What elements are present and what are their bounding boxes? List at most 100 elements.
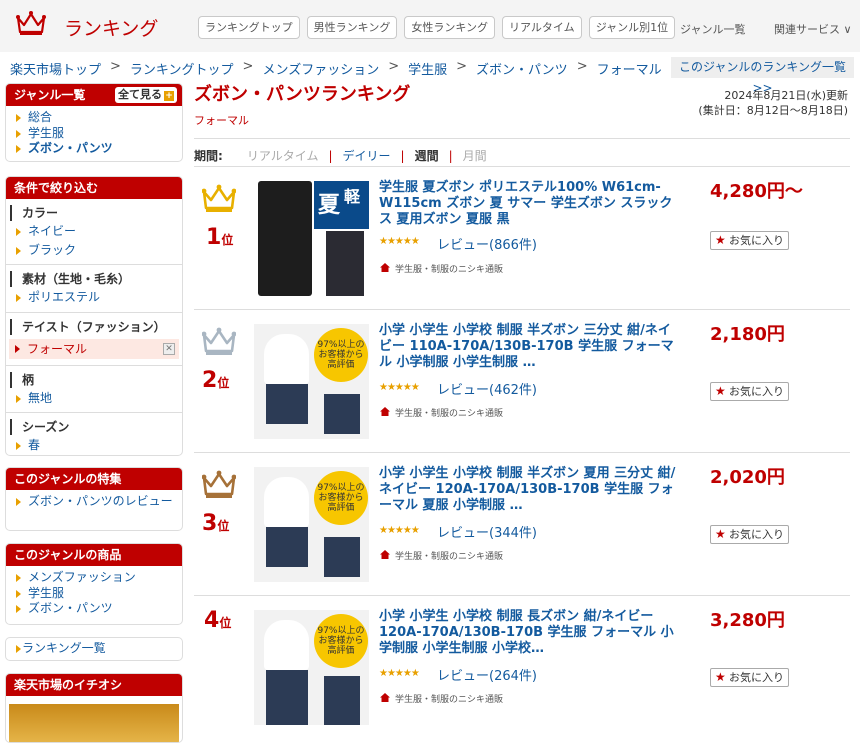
filter-selected-label: フォーマル [27, 341, 88, 356]
bronze-crown-icon [202, 470, 236, 498]
genre-ranking-list-link[interactable]: このジャンルのランキング一覧 >> [671, 57, 854, 95]
genre-box-title: ジャンル一覧 [14, 88, 86, 102]
product-item-pants[interactable]: ズボン・パンツ [6, 601, 182, 617]
genre-list-link[interactable]: ジャンル一覧 [680, 21, 745, 37]
shorts-figure [324, 537, 360, 577]
breadcrumb-separator: > [576, 59, 588, 74]
favorite-label: お気に入り [729, 385, 784, 398]
rank-suffix: 位 [221, 233, 234, 247]
product-price: 4,280円～ [710, 181, 803, 202]
nav-male-ranking[interactable]: 男性ランキング [306, 16, 398, 39]
product-item-mens[interactable]: メンズファッション [6, 570, 182, 586]
ranking-item: 3位 97%以上の お客様から 高評価 小学 小学生 小学校 制服 半ズボン 夏… [194, 452, 850, 595]
filter-color-title: カラー [10, 205, 182, 221]
product-title[interactable]: 小学 小学生 小学校 制服 半ズボン 夏用 三分丈 紺/ネイビー 120A-17… [379, 466, 679, 514]
update-info: 2024年8月21日(水)更新 (集計日：8月12日～8月18日) [698, 88, 848, 118]
genre-item-school-uniform[interactable]: 学生服 [6, 126, 182, 142]
shop-link[interactable]: 学生服・制服のニシキ通販 [379, 406, 503, 419]
nav-realtime[interactable]: リアルタイム [502, 16, 582, 39]
plus-icon: + [164, 91, 174, 101]
star-rating: ★★★★★ [379, 236, 420, 247]
products-box: このジャンルの商品 メンズファッション 学生服 ズボン・パンツ [5, 543, 183, 625]
product-title[interactable]: 小学 小学生 小学校 制服 長ズボン 紺/ネイビー 120A-170A/130B… [379, 609, 679, 657]
rank-value: 4 [204, 608, 220, 633]
shop-link[interactable]: 学生服・制服のニシキ通販 [379, 549, 503, 562]
period-realtime[interactable]: リアルタイム [247, 147, 319, 164]
shop-link[interactable]: 学生服・制服のニシキ通販 [379, 692, 503, 705]
rank-value: 1 [206, 225, 222, 250]
filter-option-black[interactable]: ブラック [6, 243, 182, 259]
main-content: ズボン・パンツランキング フォーマル 2024年8月21日(水)更新 (集計日：… [194, 80, 854, 725]
product-image[interactable]: 97%以上の お客様から 高評価 [254, 610, 369, 725]
crown-logo-icon[interactable] [16, 10, 46, 36]
breadcrumb-separator: > [456, 59, 468, 74]
shorts-figure [266, 384, 308, 424]
rank-number: 4位 [204, 608, 231, 633]
silver-crown-icon [202, 327, 236, 355]
rank-number: 3位 [202, 511, 229, 536]
breadcrumb-item[interactable]: ズボン・パンツ [476, 59, 568, 78]
rank-number: 1位 [206, 225, 233, 250]
breadcrumb-item[interactable]: ランキングトップ [130, 59, 234, 78]
gold-crown-icon [202, 184, 236, 212]
breadcrumb-separator: > [242, 59, 254, 74]
filter-box-header: 条件で絞り込む [6, 177, 182, 199]
close-icon[interactable]: ✕ [163, 342, 175, 355]
feature-box-header: このジャンルの特集 [6, 468, 182, 490]
product-image[interactable]: 97%以上の お客様から 高評価 [254, 467, 369, 582]
favorite-button[interactable]: お気に入り [710, 382, 789, 401]
filter-box: 条件で絞り込む カラー ネイビー ブラック 素材（生地・毛糸） ポリエステル テ… [5, 176, 183, 456]
ranking-item: 2位 97%以上の お客様から 高評価 小学 小学生 小学校 制服 半ズボン 三… [194, 309, 850, 452]
pickup-banner-image[interactable] [9, 704, 179, 742]
favorite-button[interactable]: お気に入り [710, 525, 789, 544]
review-link[interactable]: レビュー(462件) [437, 379, 537, 398]
genre-item-pants[interactable]: ズボン・パンツ [6, 141, 182, 157]
breadcrumb-item[interactable]: 楽天市場トップ [10, 59, 101, 78]
filter-selected-formal[interactable]: フォーマル ✕ [9, 338, 179, 359]
filter-option-spring[interactable]: 春 [6, 438, 182, 454]
nav-genre-first[interactable]: ジャンル別1位 [588, 16, 676, 39]
favorite-button[interactable]: お気に入り [710, 668, 789, 687]
filter-taste-title: テイスト（ファッション） [10, 318, 182, 335]
feature-item-review[interactable]: ズボン・パンツのレビュー [6, 494, 182, 510]
related-services-dropdown[interactable]: 関連サービス ∨ [774, 21, 852, 37]
filter-option-polyester[interactable]: ポリエステル [6, 290, 182, 306]
product-price: 3,280円 [710, 610, 785, 631]
period-monthly[interactable]: 月間 [463, 147, 487, 164]
see-all-button[interactable]: 全て見る + [115, 87, 177, 103]
breadcrumb-item[interactable]: 学生服 [408, 59, 447, 78]
product-title[interactable]: 小学 小学生 小学校 制服 半ズボン 三分丈 紺/ネイビー 110A-170A/… [379, 323, 679, 371]
breadcrumb-item[interactable]: フォーマル [597, 59, 662, 78]
genre-item-all[interactable]: 総合 [6, 110, 182, 126]
period-daily[interactable]: デイリー [343, 147, 391, 164]
period-weekly[interactable]: 週間 [415, 147, 439, 164]
shirt-figure [264, 334, 309, 384]
filter-option-plain[interactable]: 無地 [6, 391, 182, 407]
period-label: 期間: [194, 149, 223, 163]
products-box-header: このジャンルの商品 [6, 544, 182, 566]
genre-box-header: ジャンル一覧 全て見る + [6, 84, 182, 106]
review-link[interactable]: レビュー(866件) [437, 234, 537, 253]
divider [6, 412, 182, 413]
review-link[interactable]: レビュー(264件) [437, 665, 537, 684]
rank-value: 3 [202, 511, 218, 536]
shop-link[interactable]: 学生服・制服のニシキ通販 [379, 262, 503, 275]
nav-female-ranking[interactable]: 女性ランキング [404, 16, 496, 39]
favorite-button[interactable]: お気に入り [710, 231, 789, 250]
filter-option-navy[interactable]: ネイビー [6, 224, 182, 240]
favorite-label: お気に入り [729, 671, 784, 684]
review-link[interactable]: レビュー(344件) [437, 522, 537, 541]
update-date: 2024年8月21日(水)更新 [724, 89, 848, 102]
filter-material-title: 素材（生地・毛糸） [10, 271, 182, 287]
product-title[interactable]: 学生服 夏ズボン ポリエステル100% W61cm-W115cm ズボン 夏 サ… [379, 180, 679, 228]
product-image[interactable]: 夏 軽 [254, 181, 369, 296]
ranking-list-link[interactable]: ランキング一覧 [6, 641, 182, 657]
breadcrumb-item[interactable]: メンズファッション [262, 59, 379, 78]
product-image[interactable]: 97%以上の お客様から 高評価 [254, 324, 369, 439]
product-item-uniform[interactable]: 学生服 [6, 586, 182, 602]
see-all-label: 全て見る [118, 88, 162, 101]
rank-suffix: 位 [219, 616, 232, 630]
nav-ranking-top[interactable]: ランキングトップ [198, 16, 300, 39]
logo-text[interactable]: ランキング [64, 14, 158, 41]
divider [6, 311, 182, 313]
